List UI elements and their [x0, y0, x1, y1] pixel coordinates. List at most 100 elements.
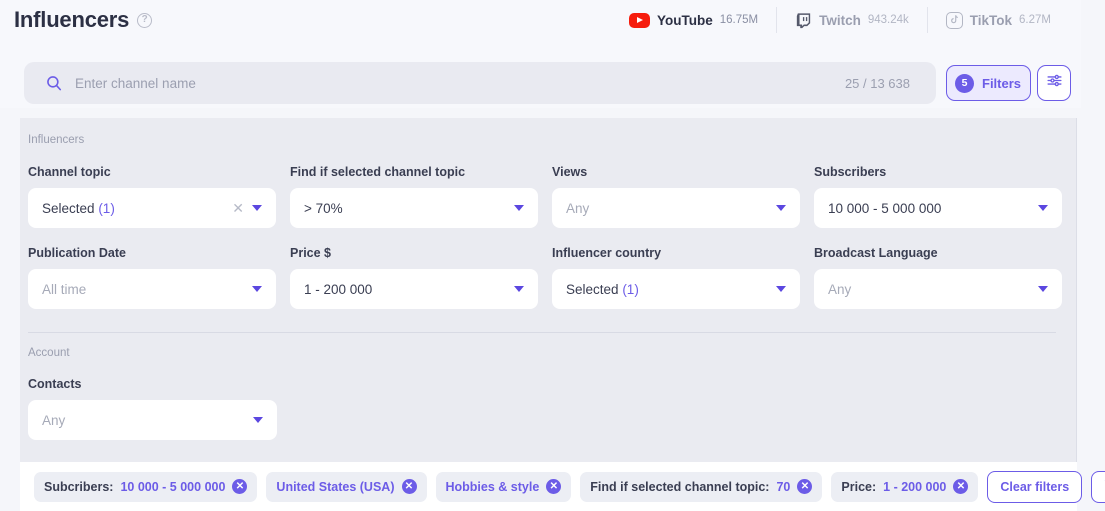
views-select[interactable]: Any [552, 188, 800, 228]
filter-field-publication-date: Publication Date All time [28, 246, 290, 309]
filter-field-find-if-selected-channel-topic: Find if selected channel topic > 70% [290, 165, 552, 228]
section-label-account: Account [28, 347, 70, 359]
search-input[interactable] [75, 75, 845, 91]
filter-field-contacts: Contacts Any [28, 377, 291, 440]
chip-value: 1 - 200 000 [883, 479, 947, 494]
chip-value: 70 [776, 479, 791, 494]
youtube-icon [628, 12, 650, 28]
chip-value: 10 000 - 5 000 000 [120, 479, 226, 494]
platform-name: Twitch [819, 12, 861, 28]
filter-row-1: Channel topic Selected (1) ✕ Find if sel… [20, 146, 1076, 228]
field-label: Price $ [290, 246, 332, 260]
select-value: All time [42, 281, 87, 297]
platform-tab-youtube[interactable]: YouTube 16.75M [611, 7, 776, 33]
filter-field-subscribers: Subscribers 10 000 - 5 000 000 [814, 165, 1076, 228]
select-value: Selected (1) [566, 281, 639, 297]
filter-field-channel-topic: Channel topic Selected (1) ✕ [28, 165, 290, 228]
filter-field-influencer-country: Influencer country Selected (1) [552, 246, 814, 309]
filter-chip-price[interactable]: Price: 1 - 200 000 ✕ [831, 471, 979, 502]
settings-button[interactable] [1037, 65, 1071, 101]
influencer-country-select[interactable]: Selected (1) [552, 269, 800, 309]
influencer-search-page: Influencers ? YouTube 16.75M Twitch 943.… [0, 0, 1105, 511]
filter-field-price: Price $ 1 - 200 000 [290, 246, 552, 309]
platform-name: TikTok [969, 12, 1013, 28]
search-icon [45, 74, 63, 92]
close-icon[interactable]: ✕ [232, 479, 248, 494]
page-header: Influencers ? YouTube 16.75M Twitch 943.… [0, 0, 1081, 40]
chevron-down-icon [1038, 205, 1048, 211]
select-value: 1 - 200 000 [304, 281, 373, 297]
field-label: Find if selected channel topic [290, 165, 466, 179]
filter-field-broadcast-language: Broadcast Language Any [814, 246, 1076, 309]
chip-value: Hobbies & style [445, 479, 540, 494]
chip-key: Subcribers: [44, 479, 114, 494]
section-label-influencers: Influencers [28, 134, 85, 146]
question-mark-circle-icon[interactable]: ? [137, 12, 153, 28]
filter-chip-topic[interactable]: Hobbies & style ✕ [435, 471, 572, 502]
publication-date-select[interactable]: All time [28, 269, 276, 309]
results-count: 25 / 13 638 [844, 75, 910, 91]
section-account-label-wrap: Account [20, 333, 1076, 359]
platform-name: YouTube [656, 12, 713, 28]
field-label: Subscribers [814, 165, 887, 179]
close-icon[interactable]: ✕ [401, 479, 417, 494]
contacts-select[interactable]: Any [28, 400, 277, 440]
filter-row-3: Contacts Any [20, 359, 1076, 440]
chip-value: United States (USA) [276, 479, 395, 494]
section-influencers-label-wrap: Influencers [20, 118, 1076, 146]
price-select[interactable]: 1 - 200 000 [290, 269, 538, 309]
platform-count: 6.27M [1019, 14, 1051, 26]
chip-key: Price: [841, 479, 877, 494]
chevron-down-icon [776, 286, 786, 292]
chevron-down-icon [253, 417, 263, 423]
platform-tabs: YouTube 16.75M Twitch 943.24k TikTok 6.2… [611, 5, 1081, 35]
select-value: > 70% [304, 200, 343, 216]
platform-count: 943.24k [867, 14, 909, 26]
broadcast-language-select[interactable]: Any [814, 269, 1062, 309]
filters-count-badge: 5 [955, 73, 974, 93]
filters-button-label: Filters [982, 75, 1022, 91]
field-label: Publication Date [28, 246, 126, 260]
close-icon[interactable]: ✕ [953, 479, 969, 494]
filter-chip-country[interactable]: United States (USA) ✕ [266, 471, 427, 502]
filter-chip-find-if-selected-channel-topic[interactable]: Find if selected channel topic: 70 ✕ [580, 471, 823, 502]
chevron-down-icon [252, 205, 262, 211]
chevron-down-icon [252, 286, 262, 292]
chevron-down-icon [514, 286, 524, 292]
select-value: Selected (1) [42, 200, 115, 216]
filters-button[interactable]: 5 Filters [946, 65, 1031, 101]
field-label: Channel topic [28, 165, 111, 179]
page-title: Influencers [14, 7, 130, 32]
select-value: 10 000 - 5 000 000 [828, 200, 942, 216]
select-value: Any [828, 281, 852, 297]
filter-row-2: Publication Date All time Price $ 1 - 20… [20, 228, 1076, 309]
sliders-icon [1046, 72, 1063, 94]
clear-icon[interactable]: ✕ [232, 200, 244, 217]
twitch-icon [795, 12, 812, 29]
close-icon[interactable]: ✕ [797, 479, 813, 494]
select-value: Any [566, 200, 590, 216]
find-if-selected-channel-topic-select[interactable]: > 70% [290, 188, 538, 228]
save-selection-button[interactable]: Save selection NEW [1091, 470, 1105, 503]
filter-panel: Influencers Channel topic Selected (1) ✕… [20, 118, 1077, 462]
chevron-down-icon [514, 205, 524, 211]
chevron-down-icon [1038, 286, 1048, 292]
subscribers-select[interactable]: 10 000 - 5 000 000 [814, 188, 1062, 228]
filter-field-views: Views Any [552, 165, 814, 228]
channel-topic-select[interactable]: Selected (1) ✕ [28, 188, 276, 228]
chevron-down-icon [776, 205, 786, 211]
chip-key: Find if selected channel topic: [590, 479, 770, 494]
clear-filters-label: Clear filters [1000, 479, 1070, 494]
platform-tab-tiktok[interactable]: TikTok 6.27M [926, 7, 1069, 33]
search-box[interactable]: 25 / 13 638 [24, 62, 936, 104]
close-icon[interactable]: ✕ [546, 479, 562, 494]
filter-chip-subscribers[interactable]: Subcribers: 10 000 - 5 000 000 ✕ [34, 471, 258, 502]
active-filters-bar: Subcribers: 10 000 - 5 000 000 ✕ United … [20, 462, 1105, 511]
platform-count: 16.75M [719, 14, 759, 26]
field-label: Views [552, 165, 588, 179]
platform-tab-twitch[interactable]: Twitch 943.24k [776, 7, 927, 33]
field-label: Influencer country [552, 246, 662, 260]
tiktok-icon [945, 11, 963, 29]
field-label: Broadcast Language [814, 246, 938, 260]
clear-filters-button[interactable]: Clear filters [987, 470, 1083, 503]
